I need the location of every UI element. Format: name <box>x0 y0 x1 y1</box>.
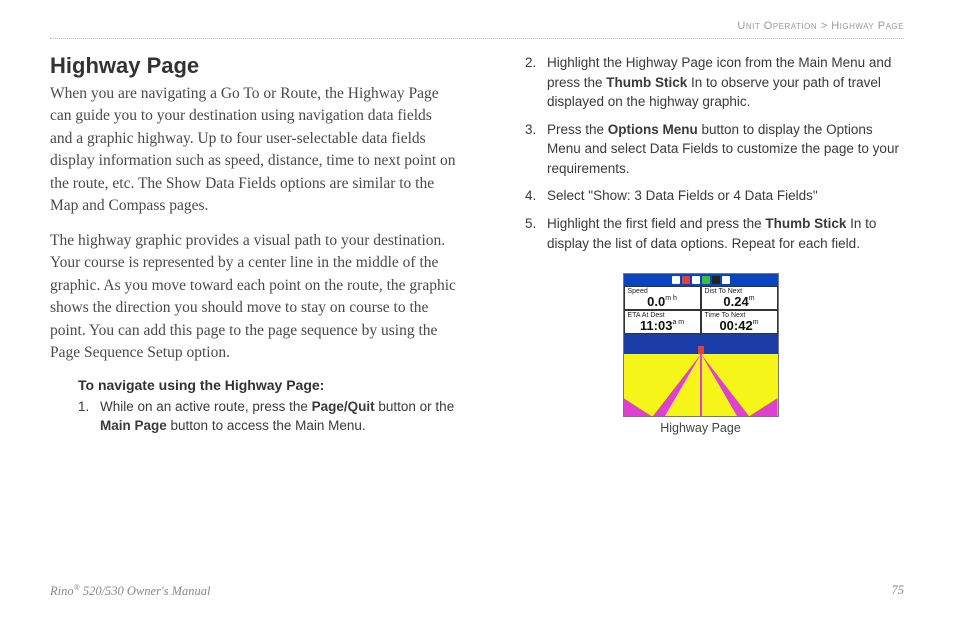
breadcrumb: Unit Operation > Highway Page <box>50 20 904 39</box>
intro-paragraph-1: When you are navigating a Go To or Route… <box>50 83 457 218</box>
breadcrumb-page: Highway Page <box>831 20 904 32</box>
left-column: Highway Page When you are navigating a G… <box>50 53 457 444</box>
steps-list-right: 2. Highlight the Highway Page icon from … <box>525 53 904 253</box>
status-icon <box>692 276 700 284</box>
status-icon <box>672 276 680 284</box>
status-icon <box>712 276 720 284</box>
highway-graphic <box>624 334 778 416</box>
step-item: 1. While on an active route, press the P… <box>78 397 457 436</box>
step-item: 2. Highlight the Highway Page icon from … <box>525 53 904 112</box>
step-item: 5. Highlight the first field and press t… <box>525 214 904 253</box>
step-item: 3. Press the Options Menu button to disp… <box>525 120 904 179</box>
destination-flag-icon <box>698 346 704 354</box>
device-screenshot: Speed 0.0m h Dist To Next 0.24m ETA At D… <box>623 273 779 417</box>
device-status-bar <box>624 274 778 286</box>
data-field: Dist To Next 0.24m <box>701 286 778 310</box>
center-line <box>700 354 702 416</box>
page-footer: Rino® 520/530 Owner's Manual 75 <box>50 583 904 599</box>
road-edge <box>624 398 652 416</box>
intro-paragraph-2: The highway graphic provides a visual pa… <box>50 230 457 365</box>
data-fields-grid: Speed 0.0m h Dist To Next 0.24m ETA At D… <box>624 286 778 334</box>
status-icon <box>722 276 730 284</box>
status-icon <box>682 276 690 284</box>
data-field: Time To Next 00:42m <box>701 310 778 334</box>
figure: Speed 0.0m h Dist To Next 0.24m ETA At D… <box>497 273 904 435</box>
page-number: 75 <box>892 583 905 599</box>
step-item: 4. Select "Show: 3 Data Fields or 4 Data… <box>525 186 904 206</box>
data-field: Speed 0.0m h <box>624 286 701 310</box>
manual-title: Rino® 520/530 Owner's Manual <box>50 583 211 599</box>
page-title: Highway Page <box>50 53 457 79</box>
breadcrumb-section: Unit Operation <box>737 20 817 32</box>
right-column: 2. Highlight the Highway Page icon from … <box>497 53 904 444</box>
status-icon <box>702 276 710 284</box>
road-edge <box>750 398 778 416</box>
data-field: ETA At Dest 11:03a m <box>624 310 701 334</box>
steps-list-left: 1. While on an active route, press the P… <box>78 397 457 436</box>
content-columns: Highway Page When you are navigating a G… <box>50 53 904 444</box>
steps-heading: To navigate using the Highway Page: <box>78 377 457 393</box>
figure-caption: Highway Page <box>497 421 904 435</box>
